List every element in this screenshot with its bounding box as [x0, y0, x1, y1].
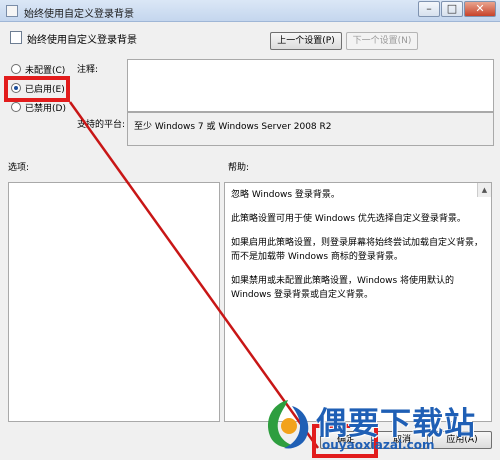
watermark-logo-icon [268, 400, 309, 449]
annotation-arrow [68, 101, 320, 449]
watermark-url: ouyaoxiazai.com [322, 438, 435, 452]
watermark: 偶要下载站 ouyaoxiazai.com [262, 396, 500, 460]
watermark-title: 偶要下载站 [316, 406, 476, 442]
